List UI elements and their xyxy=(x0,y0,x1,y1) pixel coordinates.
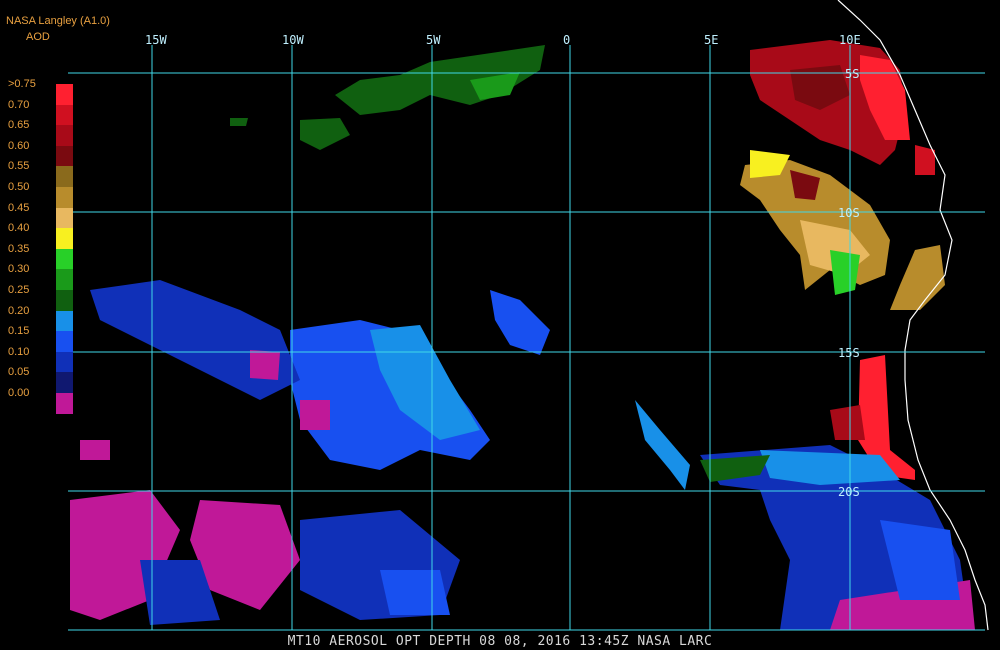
lat-label: 15S xyxy=(838,346,860,360)
legend-label: 0.50 xyxy=(8,181,30,193)
legend-label: 0.10 xyxy=(8,345,30,358)
legend-label: 0.35 xyxy=(8,242,30,255)
lon-label: 15W xyxy=(145,33,167,47)
legend-label: 0.55 xyxy=(8,160,30,173)
legend-swatch xyxy=(56,331,73,353)
legend-label: 0.00 xyxy=(8,387,30,399)
legend-swatch xyxy=(56,290,73,311)
legend-swatch xyxy=(56,310,73,332)
legend-swatch xyxy=(56,84,73,105)
legend-label: 0.05 xyxy=(8,366,30,379)
lat-label: 5S xyxy=(845,67,859,81)
legend-swatch xyxy=(56,393,73,414)
aerosol-field xyxy=(70,40,975,630)
legend-label: 0.15 xyxy=(8,325,30,338)
longitude-labels: 15W 10W 5W 0 5E 10E xyxy=(145,33,861,47)
lon-label: 5E xyxy=(704,33,718,47)
footer-caption: MT10 AEROSOL OPT DEPTH 08 08, 2016 13:45… xyxy=(287,634,713,649)
legend-swatch xyxy=(56,145,73,167)
legend-swatch xyxy=(56,187,73,208)
lon-label: 5W xyxy=(426,33,441,47)
legend-label: 0.20 xyxy=(8,304,30,317)
product-title: AOD xyxy=(26,31,50,43)
legend-label: 0.40 xyxy=(8,222,30,235)
legend-swatch xyxy=(56,228,73,250)
legend-label: 0.45 xyxy=(8,201,30,214)
legend-label: 0.30 xyxy=(8,263,30,276)
legend-swatch xyxy=(56,248,73,270)
aod-map: 15W 10W 5W 0 5E 10E 5S 10S 15S 20S xyxy=(68,0,989,631)
lon-label: 10W xyxy=(282,33,304,47)
lon-label: 10E xyxy=(839,33,861,47)
legend-label: >0.75 xyxy=(8,78,36,90)
legend-swatch xyxy=(56,207,73,229)
source-title: NASA Langley (A1.0) xyxy=(6,15,110,27)
legend-swatch xyxy=(56,166,73,188)
lon-label: 0 xyxy=(563,33,570,47)
legend-label: 0.70 xyxy=(8,98,30,111)
legend-label: 0.60 xyxy=(8,139,30,152)
legend-label: 0.65 xyxy=(8,119,30,132)
legend-label: 0.25 xyxy=(8,284,30,296)
legend-swatch xyxy=(56,269,73,291)
legend-swatch xyxy=(56,125,73,147)
lat-label: 20S xyxy=(838,485,860,499)
legend-swatch xyxy=(56,104,73,126)
legend-swatch xyxy=(56,372,73,394)
legend-swatch xyxy=(56,351,73,373)
lat-label: 10S xyxy=(838,206,860,220)
